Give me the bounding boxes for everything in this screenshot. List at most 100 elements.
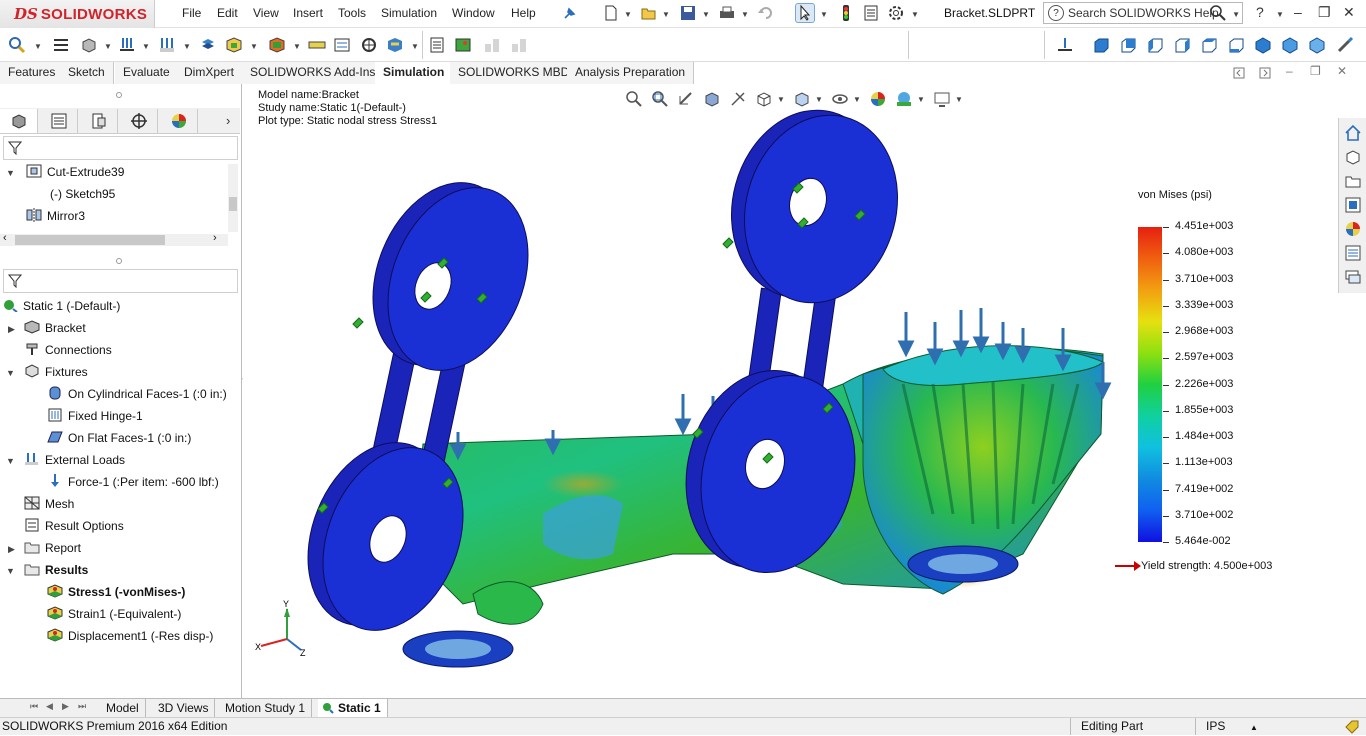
- chevron-up-icon[interactable]: ▲: [1250, 719, 1258, 736]
- forum-icon[interactable]: [1344, 268, 1362, 286]
- prev-tab-icon[interactable]: ◀: [46, 701, 53, 712]
- custom-properties-icon[interactable]: [1344, 244, 1362, 262]
- tab-static-1[interactable]: Static 1: [318, 699, 388, 717]
- chevron-down-icon[interactable]: ▼: [34, 42, 42, 51]
- trimetric-view-icon[interactable]: [1281, 36, 1299, 54]
- last-tab-icon[interactable]: ⏭: [78, 701, 86, 712]
- home-icon[interactable]: [1344, 124, 1362, 142]
- tab-dimxpert[interactable]: DimXpert: [176, 62, 244, 84]
- expand-arrow-icon[interactable]: ▶: [8, 544, 15, 555]
- tree-item-static-study[interactable]: Static 1 (-Default-): [2, 295, 120, 317]
- tree-item-force[interactable]: Force-1 (:Per item: -600 lbf:): [47, 471, 219, 493]
- menu-insert[interactable]: Insert: [293, 6, 323, 20]
- search-icon[interactable]: [1210, 5, 1226, 21]
- chevron-down-icon[interactable]: ▼: [104, 42, 112, 51]
- tab-solidworks-add-ins[interactable]: SOLIDWORKS Add-Ins: [242, 62, 385, 84]
- top-view-icon[interactable]: [1200, 36, 1218, 54]
- featuremanager-tab[interactable]: [0, 109, 38, 133]
- design-study-icon[interactable]: [483, 36, 501, 54]
- study-advisor-icon[interactable]: [8, 36, 26, 54]
- chevron-down-icon[interactable]: ▼: [624, 10, 632, 19]
- tag-icon[interactable]: [1345, 720, 1359, 734]
- open-folder-icon[interactable]: [640, 4, 658, 22]
- vertical-scrollbar[interactable]: [228, 164, 238, 232]
- chevron-down-icon[interactable]: ▼: [911, 10, 919, 19]
- menu-file[interactable]: File: [182, 6, 201, 20]
- new-document-icon[interactable]: [602, 4, 620, 22]
- external-loads-icon[interactable]: [158, 36, 176, 54]
- appearances-icon[interactable]: [1344, 220, 1362, 238]
- menu-edit[interactable]: Edit: [217, 6, 238, 20]
- deformed-result-icon[interactable]: [333, 36, 351, 54]
- compare-results-icon[interactable]: [360, 36, 378, 54]
- tree-item-mesh[interactable]: Mesh: [24, 493, 74, 515]
- tab-analysis-preparation[interactable]: Analysis Preparation: [567, 62, 695, 84]
- tree-item-bracket[interactable]: Bracket: [24, 317, 86, 339]
- print-icon[interactable]: [718, 4, 736, 22]
- run-study-icon[interactable]: [268, 36, 286, 54]
- collapse-arrow-icon[interactable]: ▼: [6, 566, 15, 576]
- splitter-handle[interactable]: [116, 92, 122, 98]
- chevron-down-icon[interactable]: ▼: [142, 42, 150, 51]
- solidworks-logo[interactable]: DS SOLIDWORKS: [0, 0, 155, 28]
- help-button[interactable]: ?: [1256, 4, 1264, 20]
- tree-item-report[interactable]: Report: [24, 537, 81, 559]
- tree-item-results[interactable]: Results: [24, 559, 88, 581]
- pin-icon[interactable]: [560, 5, 578, 23]
- scroll-right-icon[interactable]: ›: [213, 232, 217, 244]
- brush-icon[interactable]: [1336, 36, 1354, 54]
- next-tab-icon[interactable]: ▶: [62, 701, 69, 712]
- isometric-view-icon[interactable]: [1254, 36, 1272, 54]
- tree-item-result-options[interactable]: Result Options: [24, 515, 124, 537]
- displaymanager-tab[interactable]: [160, 109, 198, 133]
- trend-tracker-icon[interactable]: [510, 36, 528, 54]
- menu-window[interactable]: Window: [452, 6, 495, 20]
- horizontal-scrollbar[interactable]: ‹ ›: [0, 232, 228, 246]
- select-pointer-icon[interactable]: [795, 3, 815, 23]
- back-view-icon[interactable]: [1119, 36, 1137, 54]
- chevron-down-icon[interactable]: ▼: [741, 10, 749, 19]
- results-advisor-icon[interactable]: [308, 36, 326, 54]
- chevron-down-icon[interactable]: ▼: [411, 42, 419, 51]
- tree-item-on-cylindrical-faces[interactable]: On Cylindrical Faces-1 (:0 in:): [47, 383, 227, 405]
- configurationmanager-tab[interactable]: [80, 109, 118, 133]
- dimetric-view-icon[interactable]: [1308, 36, 1326, 54]
- menu-simulation[interactable]: Simulation: [381, 6, 437, 20]
- design-library-icon[interactable]: [1344, 148, 1362, 166]
- scroll-left-icon[interactable]: ‹: [3, 232, 7, 244]
- rebuild-icon[interactable]: [837, 4, 855, 22]
- doc-minimize-icon[interactable]: –: [1286, 64, 1293, 78]
- splitter-handle[interactable]: [116, 258, 122, 264]
- tree-item-stress1[interactable]: Stress1 (-vonMises-): [47, 581, 185, 603]
- tab-3d-views[interactable]: 3D Views: [152, 699, 216, 717]
- front-view-icon[interactable]: [1092, 36, 1110, 54]
- close-icon[interactable]: ✕: [1343, 4, 1355, 21]
- tree-item-on-flat-faces[interactable]: On Flat Faces-1 (:0 in:): [47, 427, 191, 449]
- view-palette-icon[interactable]: [1344, 196, 1362, 214]
- scrollbar-thumb[interactable]: [229, 197, 237, 211]
- fixtures-advisor-icon[interactable]: [118, 36, 136, 54]
- chevron-down-icon[interactable]: ▼: [250, 42, 258, 51]
- chevron-down-icon[interactable]: ▼: [1232, 10, 1240, 19]
- graphics-area[interactable]: Model name:Bracket Study name:Static 1(-…: [243, 84, 1336, 698]
- tree-item-external-loads[interactable]: External Loads: [24, 449, 125, 471]
- tab-solidworks-mbd[interactable]: SOLIDWORKS MBD: [450, 62, 579, 84]
- tab-simulation[interactable]: Simulation: [375, 62, 454, 84]
- scrollbar-thumb[interactable]: [15, 235, 165, 245]
- save-icon[interactable]: [679, 4, 697, 22]
- file-explorer-icon[interactable]: [1344, 172, 1362, 190]
- study-list-icon[interactable]: [52, 36, 70, 54]
- plot-tools-icon[interactable]: [386, 36, 404, 54]
- chevron-down-icon[interactable]: ▼: [183, 42, 191, 51]
- dimxpertmanager-tab[interactable]: [120, 109, 158, 133]
- options-gear-icon[interactable]: [887, 4, 905, 22]
- chevron-down-icon[interactable]: ▼: [820, 10, 828, 19]
- chevron-right-icon[interactable]: ›: [226, 113, 230, 128]
- collapse-arrow-icon[interactable]: ▼: [6, 368, 15, 378]
- include-image-icon[interactable]: [454, 36, 472, 54]
- shell-manager-icon[interactable]: [225, 36, 243, 54]
- tree-item-strain1[interactable]: Strain1 (-Equivalent-): [47, 603, 181, 625]
- restore-icon[interactable]: ❐: [1318, 4, 1331, 21]
- first-tab-icon[interactable]: ⏮: [30, 701, 38, 712]
- tab-model[interactable]: Model: [100, 699, 146, 717]
